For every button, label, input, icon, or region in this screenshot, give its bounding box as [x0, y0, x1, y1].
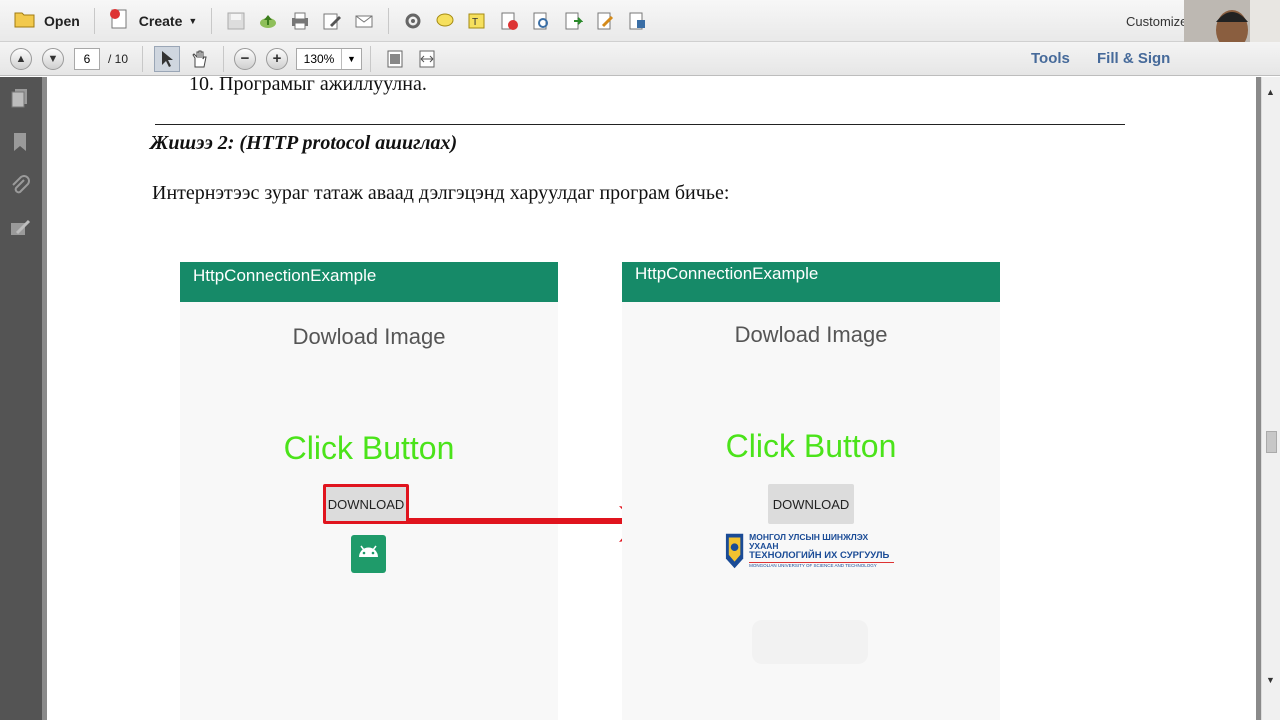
zoom-select[interactable]: 130% ▼ [296, 47, 363, 70]
open-label: Open [44, 12, 80, 29]
pdf-page: 10. Програмыг ажиллуулна. Жишээ 2: (HTTP… [47, 77, 1256, 720]
create-pdf-icon [109, 8, 131, 33]
open-button[interactable]: Open [8, 6, 86, 36]
fit-page-icon[interactable] [382, 46, 408, 72]
create-button[interactable]: Create ▼ [103, 6, 204, 36]
example-description: Интернэтээс зураг татаж аваад дэлгэцэнд … [152, 182, 730, 204]
folder-icon [14, 10, 36, 31]
university-logo-icon [725, 533, 744, 569]
create-label: Create [138, 12, 183, 29]
bookmark-icon[interactable] [9, 131, 31, 153]
download-image-heading: Dowload Image [292, 324, 446, 349]
sign-icon[interactable] [592, 8, 618, 34]
navigation-pane [0, 77, 42, 720]
customize-button[interactable]: Customize [1126, 14, 1187, 29]
example-heading: Жишээ 2: (HTTP protocol ашиглах) [150, 132, 458, 154]
previous-page-button[interactable]: ▲ [10, 47, 32, 70]
next-page-button[interactable]: ▼ [42, 47, 64, 70]
download-image-heading: Dowload Image [734, 322, 888, 347]
scroll-up-icon[interactable]: ▲ [1266, 87, 1275, 97]
horizontal-rule [155, 124, 1125, 125]
app-bar-title: HttpConnectionExample [622, 262, 1000, 302]
gear-icon[interactable] [400, 8, 426, 34]
upload-cloud-icon[interactable] [255, 8, 281, 34]
zoom-value: 130% [303, 51, 335, 66]
arrow-down-icon: ▼ [47, 52, 59, 65]
delete-page-icon[interactable] [496, 8, 522, 34]
plus-icon: + [272, 50, 282, 67]
separator [142, 45, 144, 72]
main-toolbar: Open Create ▼ T Customize [0, 0, 1280, 42]
document-viewport[interactable]: 10. Програмыг ажиллуулна. Жишээ 2: (HTTP… [42, 77, 1261, 720]
android-icon [351, 535, 386, 573]
scroll-down-icon[interactable]: ▼ [1266, 675, 1275, 685]
downloaded-image: МОНГОЛ УЛСЫН ШИНЖЛЭХ УХААН ТЕХНОЛОГИЙН И… [724, 530, 894, 572]
separator [388, 7, 390, 34]
form-icon[interactable] [624, 8, 650, 34]
navigation-toolbar: ▲ ▼ 6 / 10 − + 130% ▼ [0, 42, 1280, 76]
save-icon[interactable] [223, 8, 249, 34]
download-button[interactable]: DOWNLOAD [323, 484, 409, 524]
email-icon[interactable] [351, 8, 377, 34]
hand-tool-icon[interactable] [186, 46, 212, 72]
minus-icon: − [240, 50, 250, 67]
page-number-input[interactable]: 6 [74, 47, 100, 70]
click-button-text: Click Button [725, 428, 897, 464]
separator [211, 7, 213, 34]
svg-text:T: T [472, 17, 478, 28]
download-button[interactable]: DOWNLOAD [768, 484, 854, 524]
logo-line-1: МОНГОЛ УЛСЫН ШИНЖЛЭХ УХААН [749, 532, 869, 552]
signature-icon[interactable] [9, 217, 31, 239]
select-tool-icon[interactable] [154, 45, 181, 72]
zoom-out-button[interactable]: − [234, 47, 257, 70]
comment-icon[interactable] [432, 8, 458, 34]
app-bar-title: HttpConnectionExample [180, 262, 558, 302]
logo-line-3: MONGOLIAN UNIVERSITY OF SCIENCE AND TECH… [749, 563, 877, 569]
pages-icon[interactable] [9, 87, 31, 109]
chevron-down-icon: ▼ [341, 48, 361, 69]
separator [370, 45, 372, 72]
separator [93, 7, 95, 34]
highlight-icon[interactable]: T [464, 8, 490, 34]
fill-sign-tab[interactable]: Fill & Sign [1097, 50, 1170, 67]
list-item: 10. Програмыг ажиллуулна. [189, 77, 427, 95]
vertical-scrollbar[interactable]: ▲ ▼ [1261, 77, 1280, 720]
attachment-icon[interactable] [9, 175, 31, 197]
tools-tab[interactable]: Tools [1031, 50, 1070, 67]
faded-toast [752, 620, 868, 664]
phone-screen-after: HttpConnectionExample Dowload Image Clic… [622, 262, 1000, 720]
separator [223, 45, 225, 72]
chevron-down-icon: ▼ [188, 15, 198, 26]
zoom-in-button[interactable]: + [266, 47, 289, 70]
scroll-thumb[interactable] [1266, 431, 1277, 453]
export-page-icon[interactable] [560, 8, 586, 34]
edit-icon[interactable] [319, 8, 345, 34]
click-button-text: Click Button [283, 430, 455, 466]
logo-line-2: ТЕХНОЛОГИЙН ИХ СУРГУУЛЬ [749, 550, 890, 562]
print-icon[interactable] [287, 8, 313, 34]
phone-screen-before: HttpConnectionExample Dowload Image Clic… [180, 262, 558, 720]
search-page-icon[interactable] [528, 8, 554, 34]
arrow-up-icon: ▲ [15, 52, 27, 65]
page-total: / 10 [108, 51, 129, 66]
fit-width-icon[interactable] [414, 46, 440, 72]
